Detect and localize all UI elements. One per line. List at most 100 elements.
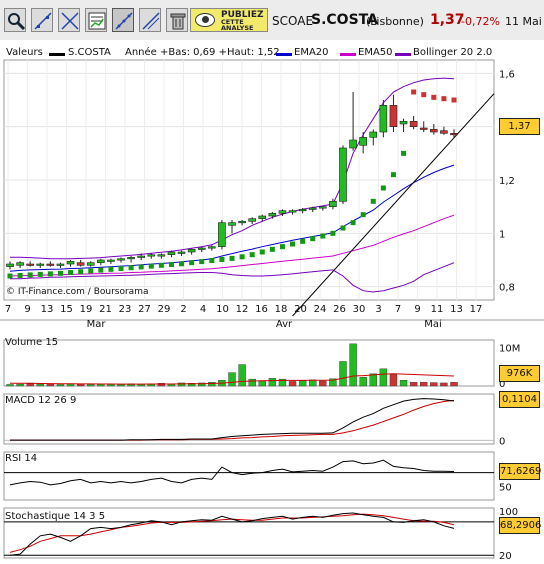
publish-analysis-button[interactable]: PUBLIEZ CETTE ANALYSE [190, 8, 268, 32]
sar-point [330, 230, 336, 236]
macd-panel-title: MACD 12 26 9 [5, 395, 77, 406]
zoom-tool-button[interactable] [4, 8, 26, 32]
legend-range: Année +Bas: 0,69 +Haut: 1,52 [125, 47, 280, 58]
sar-point [380, 185, 386, 191]
price-change: -0,72% [461, 15, 500, 28]
candle-body [177, 251, 186, 254]
sar-point [431, 94, 437, 100]
legend-ema20-swatch [276, 53, 292, 56]
sar-point [249, 252, 255, 258]
stochastic-y-tick: 20 [499, 551, 512, 562]
trendline-mode-button[interactable] [112, 8, 134, 32]
candle-body [339, 147, 347, 202]
candle-body [258, 215, 267, 219]
volume-bar [87, 384, 95, 387]
sar-point [269, 246, 275, 252]
price-x-tick: 11 [431, 304, 444, 315]
last-price: 1,37 [430, 12, 465, 28]
sar-point [451, 97, 457, 103]
candle-body [359, 137, 367, 146]
legend-ema50: EMA50 [358, 47, 393, 58]
sar-point [199, 259, 205, 265]
candle-body [76, 262, 85, 266]
draw-line-button[interactable] [139, 8, 161, 32]
volume-y-tick: 10M [499, 344, 520, 355]
macd-last-box: 0,1104 [499, 391, 540, 408]
candle-body [288, 210, 297, 213]
candle-body [36, 263, 45, 266]
candle-body [137, 255, 145, 258]
trendline-dots-icon [115, 12, 133, 30]
trendline-icon [34, 12, 52, 30]
candle-body [187, 249, 196, 253]
legend-series: S.COSTA [68, 47, 111, 58]
price-x-tick: 20 [294, 304, 307, 315]
candle-body [349, 139, 357, 149]
volume-bar [26, 383, 34, 387]
rsi-last-box: 71,6269 [499, 463, 541, 480]
candle-body [167, 251, 176, 255]
draw-trendline-button[interactable] [31, 8, 53, 32]
volume-bar [389, 374, 398, 387]
candle-body [369, 131, 378, 138]
exchange-name: (Lisbonne) [366, 15, 424, 28]
sar-point [300, 238, 306, 244]
cross-lines-icon [61, 12, 79, 30]
legend-bollinger: Bollinger 20 2.0 [413, 47, 493, 58]
candle-body [218, 222, 226, 247]
price-x-tick: 15 [60, 304, 73, 315]
sar-point [158, 262, 164, 268]
stochastic-last-box: 68,2906 [499, 517, 541, 534]
candle-body [86, 262, 95, 266]
sar-point [78, 269, 84, 275]
price-x-tick: 7 [395, 304, 401, 315]
price-y-tick: 1,2 [499, 176, 515, 187]
candle-body [66, 261, 75, 265]
price-x-tick: 13 [450, 304, 463, 315]
volume-bar [238, 364, 246, 387]
price-x-tick: 9 [24, 304, 30, 315]
volume-bar [369, 373, 377, 387]
eye-icon [195, 13, 215, 27]
sar-point [219, 256, 225, 262]
chart-canvas[interactable]: 0,811,21,41,6791315192123272924101216182… [0, 40, 544, 564]
price-x-tick: 30 [353, 304, 366, 315]
volume-bar [56, 384, 65, 387]
sar-point [148, 263, 154, 269]
price-y-tick: 1,6 [499, 69, 515, 80]
magnifier-icon [8, 13, 26, 31]
price-y-tick: 1 [499, 229, 505, 240]
price-x-tick: 9 [414, 304, 420, 315]
volume-bar [409, 381, 418, 387]
candle-body [238, 221, 246, 224]
candle-body [117, 258, 125, 261]
candle-body [147, 254, 156, 257]
volume-bar [339, 361, 347, 387]
sar-point [441, 96, 447, 102]
sar-point [411, 89, 417, 95]
legend-bollinger-swatch [395, 53, 411, 56]
sar-point [320, 233, 326, 239]
candle-body [319, 206, 327, 209]
candle-body [248, 218, 256, 222]
candle-body [16, 262, 24, 266]
legend-ema20: EMA20 [294, 47, 329, 58]
candle-body [379, 105, 388, 133]
legend-ema50-swatch [340, 53, 356, 56]
candle-body [298, 209, 307, 212]
price-x-tick: 23 [119, 304, 132, 315]
macd-y-tick: 0 [499, 436, 505, 447]
chart-app: PUBLIEZ CETTE ANALYSE SCOAE S.COSTA (Lisb… [0, 0, 544, 564]
indicator-chart-button[interactable] [85, 8, 107, 32]
candle-body [208, 246, 216, 249]
chart-percent-icon [88, 12, 106, 30]
price-x-tick: 12 [236, 304, 249, 315]
panel-frame-macd [3, 393, 495, 445]
delete-button[interactable] [166, 8, 188, 32]
month-label: Avr [276, 319, 293, 330]
price-x-tick: 18 [275, 304, 288, 315]
source-credit: © IT-Finance.com / Boursorama [6, 287, 149, 297]
draw-cross-line-button[interactable] [58, 8, 80, 32]
volume-bar [288, 381, 297, 387]
sar-point [88, 268, 94, 274]
